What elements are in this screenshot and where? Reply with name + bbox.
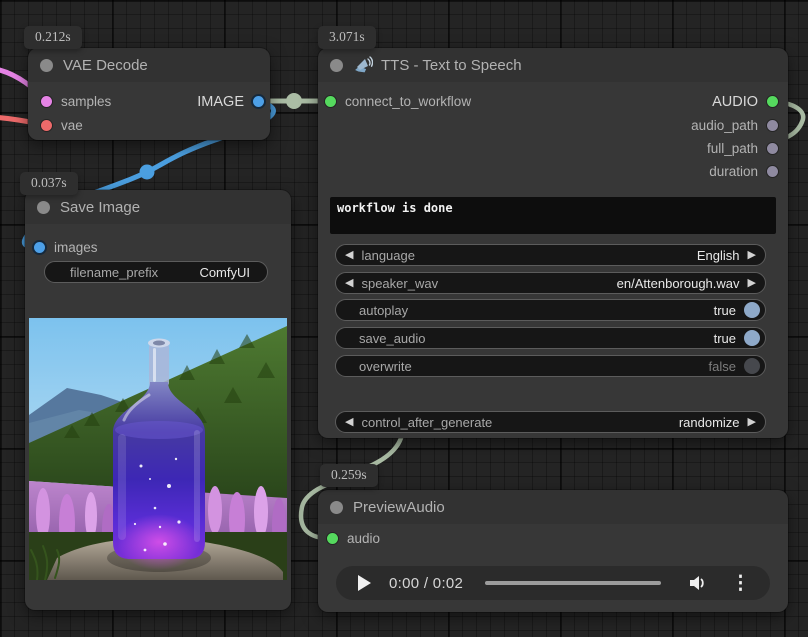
widget-autoplay[interactable]: autoplay true — [335, 299, 766, 321]
widget-label: autoplay — [359, 303, 698, 318]
node-vae-decode[interactable]: VAE Decode samples vae IMAGE — [28, 48, 270, 140]
slot-dot-image[interactable] — [253, 96, 264, 107]
widget-control-after-generate[interactable]: ◀ control_after_generate randomize ▶ — [335, 411, 766, 433]
bottle-scene-image — [29, 318, 287, 580]
widget-filename-prefix[interactable]: filename_prefix ComfyUI — [44, 261, 268, 283]
widget-value: randomize — [679, 415, 740, 430]
slot-dot-vae[interactable] — [41, 120, 52, 131]
widget-label: language — [361, 248, 680, 263]
preview-image — [29, 318, 287, 580]
slot-label: audio — [347, 531, 380, 546]
widget-label: overwrite — [359, 359, 693, 374]
node-header[interactable]: PreviewAudio — [318, 490, 788, 524]
node-title: TTS - Text to Speech — [381, 57, 522, 74]
output-slot-full-path: full_path — [318, 138, 788, 159]
chevron-left-icon[interactable]: ◀ — [345, 250, 353, 261]
node-title: VAE Decode — [63, 57, 148, 74]
widget-value: en/Attenborough.wav — [617, 276, 740, 291]
node-header[interactable]: TTS - Text to Speech — [318, 48, 788, 82]
slot-label: AUDIO — [712, 94, 758, 110]
collapse-dot-icon[interactable] — [330, 501, 343, 514]
toggle-off-icon[interactable] — [744, 358, 760, 374]
slot-dot-images[interactable] — [34, 242, 45, 253]
slot-label: audio_path — [691, 118, 758, 133]
widget-label: filename_prefix — [70, 265, 183, 280]
widget-label: control_after_generate — [361, 415, 662, 430]
slot-label: vae — [61, 118, 83, 133]
timing-badge: 0.212s — [24, 26, 82, 49]
slot-label: images — [54, 240, 98, 255]
chevron-left-icon[interactable]: ◀ — [345, 278, 353, 289]
node-preview-audio[interactable]: PreviewAudio audio 0:00 / 0:02 ⋮ — [318, 490, 788, 612]
input-slot-images: images — [25, 237, 291, 258]
widget-value: false — [709, 359, 736, 374]
output-slot-audio: AUDIO — [318, 91, 788, 112]
widget-language[interactable]: ◀ language English ▶ — [335, 244, 766, 266]
widget-value: true — [714, 303, 736, 318]
slot-dot-audio-path[interactable] — [767, 120, 778, 131]
widget-overwrite[interactable]: overwrite false — [335, 355, 766, 377]
timing-badge: 0.037s — [20, 172, 78, 195]
input-slot-vae: vae — [28, 115, 270, 136]
chevron-right-icon[interactable]: ▶ — [748, 417, 756, 428]
slot-label: full_path — [707, 141, 758, 156]
timing-badge: 0.259s — [320, 464, 378, 487]
slot-dot-audio-out[interactable] — [767, 96, 778, 107]
toggle-on-icon[interactable] — [744, 330, 760, 346]
widget-speaker-wav[interactable]: ◀ speaker_wav en/Attenborough.wav ▶ — [335, 272, 766, 294]
widget-value: ComfyUI — [199, 265, 250, 280]
output-slot-audio-path: audio_path — [318, 115, 788, 136]
slot-dot-duration[interactable] — [767, 166, 778, 177]
widget-label: save_audio — [359, 331, 698, 346]
slot-label: IMAGE — [197, 94, 244, 110]
output-slot-duration: duration — [318, 161, 788, 182]
collapse-dot-icon[interactable] — [37, 201, 50, 214]
slot-dot-audio[interactable] — [327, 533, 338, 544]
volume-icon[interactable] — [687, 573, 707, 593]
output-slot-image: IMAGE — [28, 91, 270, 112]
node-title: Save Image — [60, 199, 140, 216]
collapse-dot-icon[interactable] — [40, 59, 53, 72]
toggle-on-icon[interactable] — [744, 302, 760, 318]
kebab-menu-icon[interactable]: ⋮ — [731, 574, 750, 593]
chevron-right-icon[interactable]: ▶ — [748, 278, 756, 289]
node-tts[interactable]: TTS - Text to Speech connect_to_workflow… — [318, 48, 788, 438]
megaphone-icon — [353, 56, 373, 74]
link-midpoint-dot[interactable] — [140, 165, 155, 180]
chevron-right-icon[interactable]: ▶ — [748, 250, 756, 261]
play-icon[interactable] — [358, 575, 371, 591]
slot-label: duration — [709, 164, 758, 179]
node-save-image[interactable]: Save Image images filename_prefix ComfyU… — [25, 190, 291, 610]
node-header[interactable]: Save Image — [25, 190, 291, 224]
slot-dot-full-path[interactable] — [767, 143, 778, 154]
widget-save-audio[interactable]: save_audio true — [335, 327, 766, 349]
chevron-left-icon[interactable]: ◀ — [345, 417, 353, 428]
seek-bar[interactable] — [485, 581, 661, 585]
audio-time: 0:00 / 0:02 — [389, 575, 463, 592]
link-midpoint-dot[interactable] — [286, 93, 302, 109]
widget-value: English — [697, 248, 740, 263]
audio-player: 0:00 / 0:02 ⋮ — [336, 566, 770, 600]
widget-label: speaker_wav — [361, 276, 600, 291]
comfyui-canvas[interactable]: { "colors": { "link_image": "#4b9fe0", "… — [0, 0, 808, 637]
timing-badge: 3.071s — [318, 26, 376, 49]
node-title: PreviewAudio — [353, 499, 445, 516]
tts-text-area[interactable]: workflow is done — [330, 197, 776, 234]
collapse-dot-icon[interactable] — [330, 59, 343, 72]
node-header[interactable]: VAE Decode — [28, 48, 270, 82]
input-slot-audio: audio — [318, 528, 788, 549]
widget-value: true — [714, 331, 736, 346]
